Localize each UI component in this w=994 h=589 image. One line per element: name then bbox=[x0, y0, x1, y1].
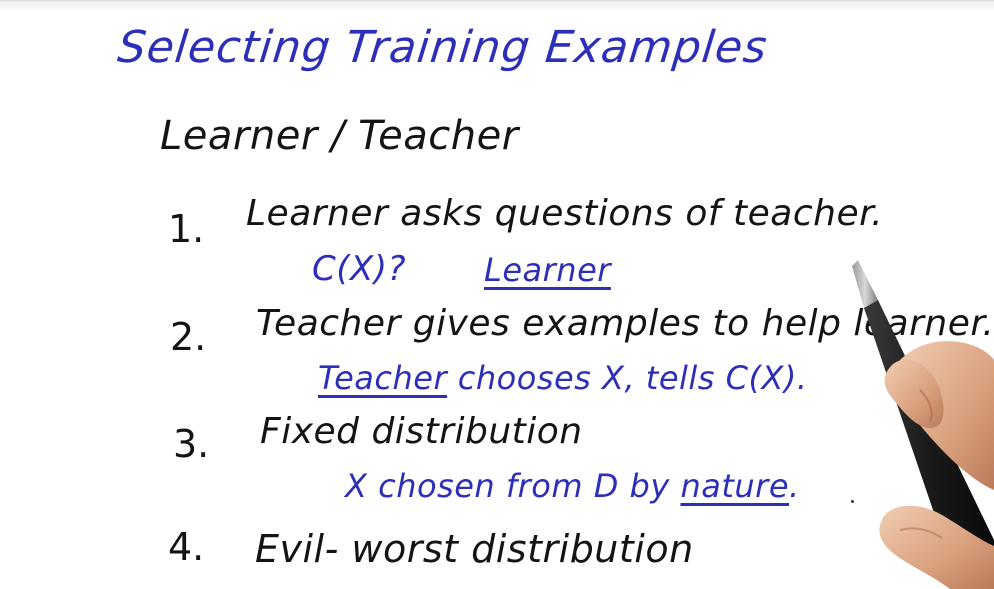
item-1-number: 1. bbox=[168, 207, 205, 251]
item-2-who-note: Teacher bbox=[318, 359, 448, 397]
item-3-pre-note: X chosen from D by bbox=[345, 467, 681, 505]
item-4-text: Evil- worst distribution bbox=[255, 527, 694, 571]
item-1-query-note: C(X)? bbox=[312, 249, 407, 289]
item-1-who-note: Learner bbox=[484, 251, 611, 289]
item-3-note: X chosen from D by nature. bbox=[345, 470, 800, 502]
whiteboard-canvas: Selecting Training Examples Learner / Te… bbox=[0, 0, 994, 589]
item-3-number: 3. bbox=[173, 422, 210, 466]
item-2-rest-note: chooses X, tells C(X). bbox=[447, 359, 808, 397]
item-2-number: 2. bbox=[170, 315, 207, 359]
item-1-text: Learner asks questions of teacher. bbox=[246, 193, 884, 234]
item-4-number: 4. bbox=[168, 525, 205, 569]
top-edge-shadow bbox=[0, 0, 994, 12]
item-2-note: Teacher chooses X, tells C(X). bbox=[318, 362, 808, 394]
page-title: Selecting Training Examples bbox=[115, 22, 770, 73]
page-subtitle: Learner / Teacher bbox=[160, 113, 519, 159]
hand-holding-pen-image bbox=[852, 260, 994, 589]
item-3-who-note: nature bbox=[680, 467, 789, 505]
item-3-post-note: . bbox=[789, 467, 800, 505]
item-3-text: Fixed distribution bbox=[260, 411, 583, 452]
